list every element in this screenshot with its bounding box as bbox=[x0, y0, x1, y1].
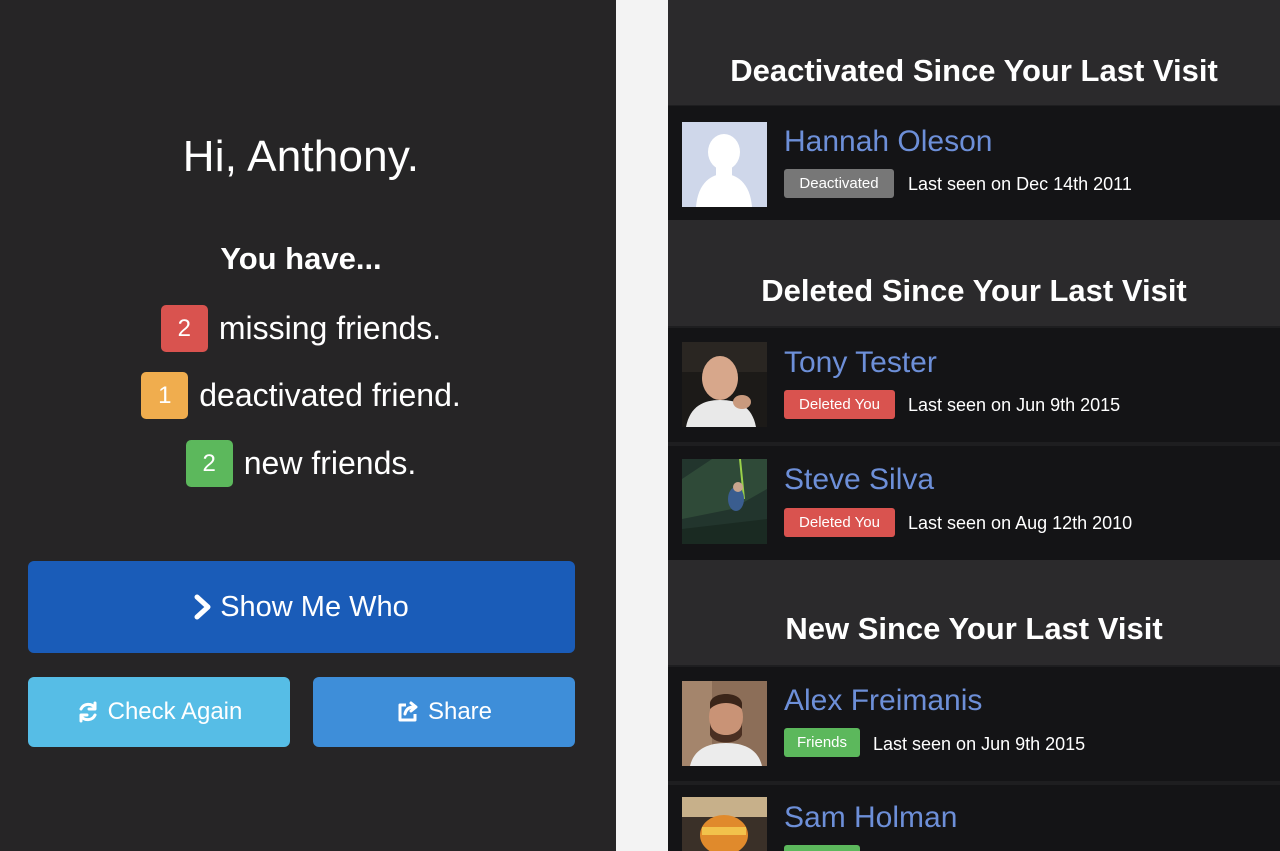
profile-photo bbox=[682, 797, 767, 851]
share-button[interactable]: Share bbox=[313, 677, 575, 747]
profile-photo bbox=[682, 342, 767, 427]
share-icon bbox=[396, 700, 420, 724]
you-have-heading: You have... bbox=[220, 241, 382, 276]
show-me-who-label: Show Me Who bbox=[220, 590, 409, 623]
show-me-who-button[interactable]: Show Me Who bbox=[28, 561, 575, 653]
person-name[interactable]: Hannah Oleson bbox=[784, 125, 992, 159]
person-row-steve[interactable]: Steve Silva Deleted You Last seen on Aug… bbox=[668, 446, 1280, 560]
person-row-sam[interactable]: Sam Holman bbox=[668, 785, 1280, 851]
last-seen-text: Last seen on Jun 9th 2015 bbox=[908, 395, 1121, 415]
stat-new-friends: 2 new friends. bbox=[0, 440, 602, 487]
friends-list-screen: Deactivated Since Your Last Visit Hannah… bbox=[668, 0, 1280, 851]
deactivated-section-header: Deactivated Since Your Last Visit bbox=[668, 0, 1280, 105]
deactivated-count-badge: 1 bbox=[141, 372, 189, 419]
new-count-badge: 2 bbox=[185, 440, 233, 487]
person-row-tony[interactable]: Tony Tester Deleted You Last seen on Jun… bbox=[668, 328, 1280, 442]
profile-photo bbox=[682, 681, 767, 766]
new-section-header: New Since Your Last Visit bbox=[668, 560, 1280, 665]
screen-divider bbox=[616, 0, 668, 851]
stat-deactivated-friend: 1 deactivated friend. bbox=[0, 372, 602, 419]
person-name[interactable]: Sam Holman bbox=[784, 801, 957, 835]
deleted-section-header: Deleted Since Your Last Visit bbox=[668, 220, 1280, 326]
last-seen-text: Last seen on Dec 14th 2011 bbox=[908, 174, 1132, 194]
default-avatar bbox=[682, 122, 767, 207]
profile-photo bbox=[682, 459, 767, 544]
share-label: Share bbox=[427, 698, 493, 725]
status-badge: Friends bbox=[784, 728, 860, 757]
missing-friends-label: missing friends. bbox=[218, 310, 442, 346]
refresh-icon bbox=[76, 700, 100, 724]
person-row-alex[interactable]: Alex Freimanis Friends Last seen on Jun … bbox=[668, 667, 1280, 781]
greeting-title: Hi, Anthony. bbox=[182, 132, 420, 181]
deactivated-friend-label: deactivated friend. bbox=[199, 377, 461, 413]
check-again-label: Check Again bbox=[107, 698, 243, 725]
last-seen-text: Last seen on Aug 12th 2010 bbox=[908, 513, 1133, 533]
status-badge: Deactivated bbox=[784, 169, 894, 198]
status-badge: Deleted You bbox=[784, 390, 895, 419]
status-badge bbox=[784, 845, 860, 851]
person-row-hannah[interactable]: Hannah Oleson Deactivated Last seen on D… bbox=[668, 106, 1280, 220]
missing-count-badge: 2 bbox=[160, 305, 208, 352]
new-friends-label: new friends. bbox=[243, 445, 417, 481]
last-seen-text: Last seen on Jun 9th 2015 bbox=[873, 734, 1086, 754]
person-name[interactable]: Alex Freimanis bbox=[784, 684, 982, 718]
chevron-right-icon bbox=[194, 594, 212, 620]
stat-missing-friends: 2 missing friends. bbox=[0, 305, 602, 352]
person-name[interactable]: Tony Tester bbox=[784, 346, 937, 380]
summary-screen: Hi, Anthony. You have... 2 missing frien… bbox=[0, 0, 616, 851]
status-badge: Deleted You bbox=[784, 508, 895, 537]
check-again-button[interactable]: Check Again bbox=[28, 677, 290, 747]
person-name[interactable]: Steve Silva bbox=[784, 463, 934, 497]
